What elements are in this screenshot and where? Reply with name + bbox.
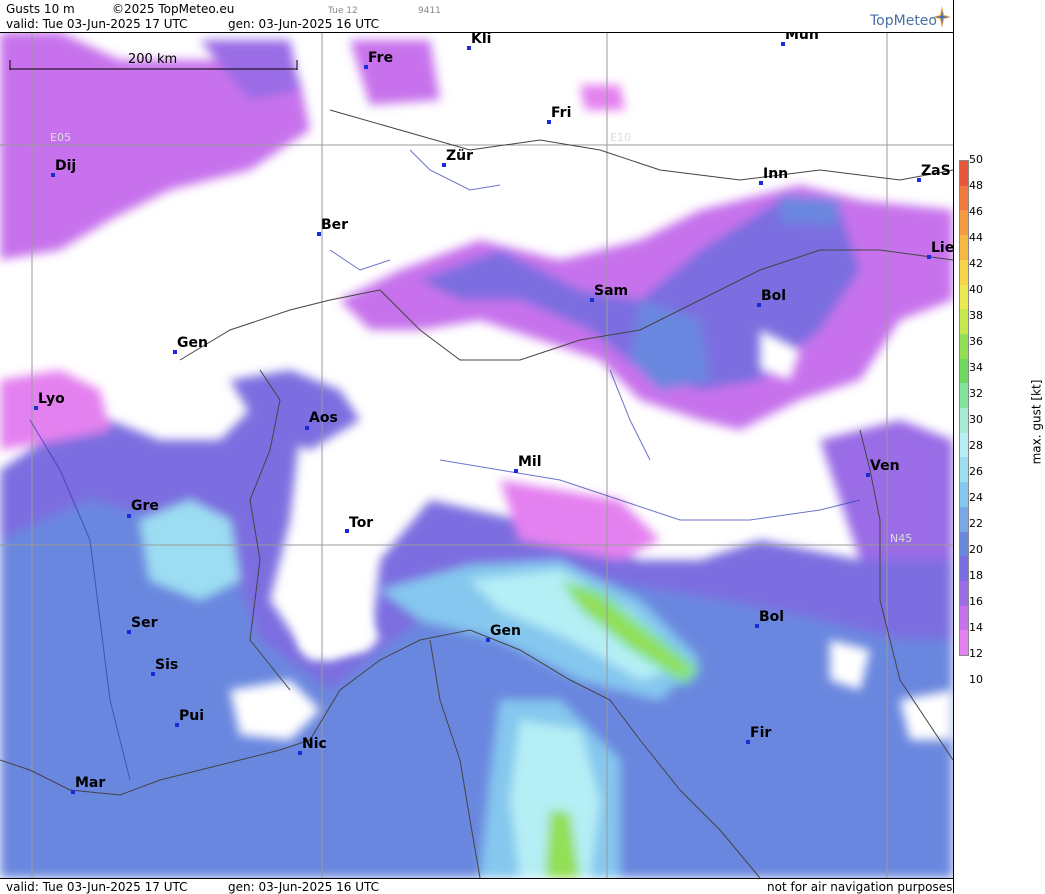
city-label: ZaS [921, 163, 951, 179]
city-label: Gre [131, 498, 159, 514]
grid-label-n45: N45 [890, 532, 913, 545]
city-label: Pui [179, 708, 205, 724]
city-label: Lie [931, 240, 953, 256]
city-label: Gen [177, 335, 208, 351]
legend-tick-label: 12 [969, 647, 983, 660]
color-bar-segment [960, 605, 968, 631]
city-label: Mün [785, 33, 819, 43]
run-code: 9411 [418, 6, 441, 16]
generated-time: gen: 03-Jun-2025 16 UTC [228, 17, 380, 31]
color-bar-segment [960, 630, 968, 656]
run-label: Tue 12 [328, 6, 358, 16]
footer-disclaimer: not for air navigation purposes [767, 880, 953, 894]
grid-label-e05: E05 [50, 131, 71, 144]
city-label: Zür [446, 148, 474, 164]
color-bar-segment [960, 531, 968, 557]
map-footer: valid: Tue 03-Jun-2025 17 UTC gen: 03-Ju… [0, 878, 953, 894]
grid-label-e10: E10 [610, 131, 631, 144]
color-bar-segment [960, 161, 968, 187]
legend-tick-label: 34 [969, 361, 983, 374]
city-label: Dij [55, 158, 77, 174]
city-label: Inn [763, 166, 789, 182]
legend-tick-label: 30 [969, 413, 983, 426]
city-label: Ven [870, 458, 900, 474]
legend-tick-label: 44 [969, 231, 983, 244]
gust-field [0, 33, 953, 878]
color-bar [959, 160, 969, 656]
city-label: Fre [368, 50, 394, 66]
city-label: Nic [302, 736, 327, 752]
color-bar-segment [960, 408, 968, 434]
scale-bar-label: 200 km [128, 52, 178, 67]
legend-tick-label: 28 [969, 439, 983, 452]
city-label: Fri [551, 105, 572, 121]
legend-tick-label: 32 [969, 387, 983, 400]
legend-tick-label: 36 [969, 335, 983, 348]
city-label: Kli [471, 33, 492, 47]
legend-tick-label: 40 [969, 283, 983, 296]
city-label: Mil [518, 454, 542, 470]
legend-unit-label: max. gust [kt] [1029, 379, 1044, 465]
color-legend: 50 48 46 44 42 40 38 36 34 32 30 28 26 24 22 20 18 16 14 12… [953, 0, 1045, 893]
legend-tick-label: 26 [969, 465, 983, 478]
color-bar-segment [960, 333, 968, 360]
city-label: Ser [131, 615, 158, 631]
legend-tick-label: 50 [969, 153, 983, 166]
legend-tick-label: 16 [969, 595, 983, 608]
valid-time: valid: Tue 03-Jun-2025 17 UTC [6, 17, 188, 31]
color-bar-segment [960, 432, 968, 458]
city-label: Aos [309, 410, 338, 426]
map-header: Gusts 10 m ©2025 TopMeteo.eu valid: Tue … [0, 0, 953, 33]
legend-tick-label: 42 [969, 257, 983, 270]
city-label: Mar [75, 775, 106, 791]
footer-generated-time: gen: 03-Jun-2025 16 UTC [228, 880, 380, 894]
color-bar-segment [960, 383, 968, 409]
color-bar-segment [960, 556, 968, 582]
legend-tick-label: 38 [969, 309, 983, 322]
legend-tick-label: 48 [969, 179, 983, 192]
color-bar-segment [960, 309, 968, 335]
city-label: Fir [750, 725, 772, 741]
color-bar-segment [960, 580, 968, 607]
legend-tick-label: 24 [969, 491, 983, 504]
color-bar-segment [960, 457, 968, 483]
legend-tick-label: 10 [969, 673, 983, 686]
city-label: Sis [155, 657, 179, 673]
color-bar-segment [960, 259, 968, 285]
city-label: Bol [759, 609, 785, 625]
legend-tick-label: 22 [969, 517, 983, 530]
city-label: Gen [490, 623, 521, 639]
map-title: Gusts 10 m [6, 2, 75, 16]
topmeteo-star-icon [933, 6, 951, 28]
city-label: Lyo [38, 391, 65, 407]
copyright: ©2025 TopMeteo.eu [112, 2, 235, 16]
city-label: Ber [321, 217, 349, 233]
city-label: Tor [349, 515, 374, 531]
color-bar-segment [960, 358, 968, 384]
color-bar-segment [960, 284, 968, 310]
color-bar-segment [960, 482, 968, 508]
legend-tick-label: 14 [969, 621, 983, 634]
color-bar-segment [960, 185, 968, 211]
footer-valid-time: valid: Tue 03-Jun-2025 17 UTC [6, 880, 188, 894]
legend-tick-label: 18 [969, 569, 983, 582]
color-bar-segment [960, 210, 968, 236]
legend-tick-label: 20 [969, 543, 983, 556]
gust-map[interactable]: 200 km E05 E10 N45 Kli Mün Fre Fri Dij Z… [0, 33, 953, 878]
color-bar-segment [960, 235, 968, 261]
city-label: Bol [761, 288, 787, 304]
city-label: Sam [594, 283, 629, 299]
color-bar-segment [960, 506, 968, 532]
legend-tick-label: 46 [969, 205, 983, 218]
topmeteo-logo: TopMeteo [870, 13, 937, 29]
